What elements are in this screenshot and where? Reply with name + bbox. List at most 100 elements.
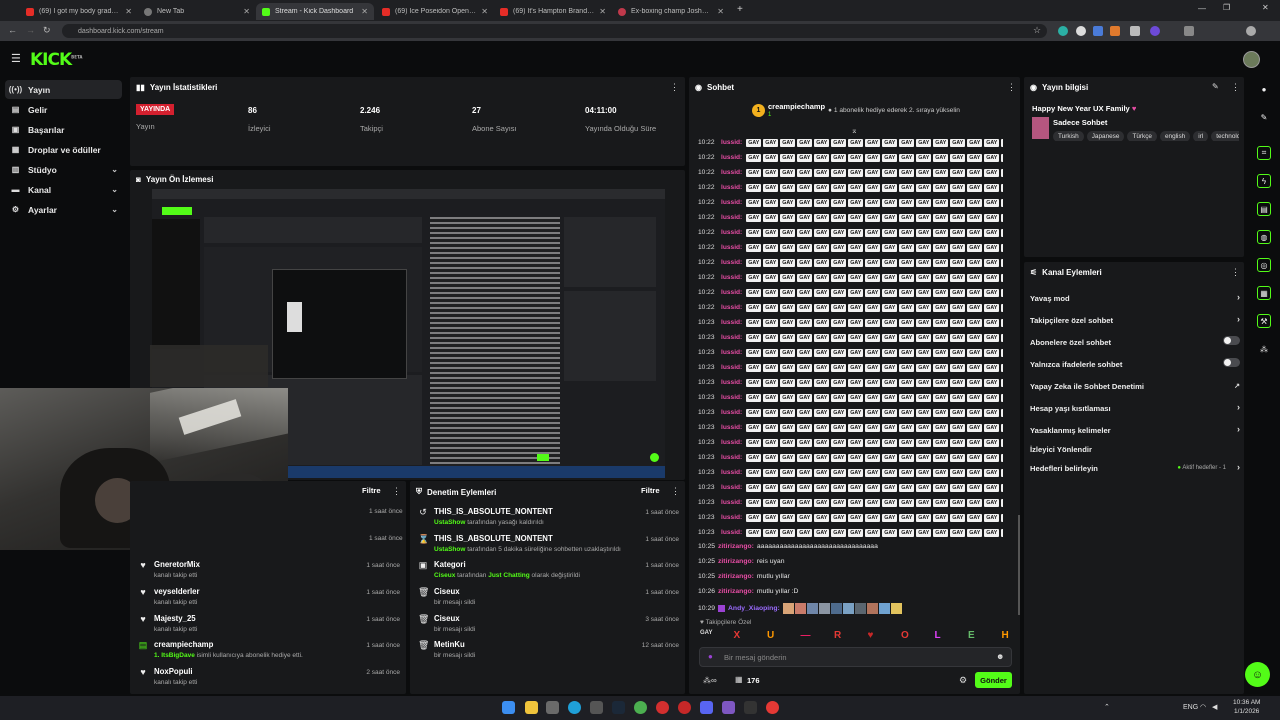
mod-target[interactable]: THIS_IS_ABSOLUTE_NONTENT [434, 534, 621, 543]
sidebar-item-kanal[interactable]: ▬ Kanal ⌄ [5, 180, 122, 199]
restore-icon[interactable]: ❐ [1223, 3, 1230, 12]
emote-button[interactable]: GAY [700, 630, 712, 636]
app-icon[interactable] [766, 701, 779, 714]
msg-user[interactable]: lussid: [721, 484, 742, 491]
msg-user[interactable]: lussid: [721, 214, 742, 221]
msg-user[interactable]: lussid: [721, 469, 742, 476]
msg-user[interactable]: lussid: [721, 304, 742, 311]
emote-only-toggle[interactable] [1223, 358, 1240, 367]
msg-user[interactable]: lussid: [721, 424, 742, 431]
sidebar-item-basarilar[interactable]: ▣ Başarılar [5, 120, 122, 139]
msg-user[interactable]: lussid: [721, 409, 742, 416]
sidebar-item-yayin[interactable]: ((•)) Yayın [5, 80, 122, 99]
sidebar-item-studyo[interactable]: ▥ Stüdyo ⌄ [5, 160, 122, 179]
send-button[interactable]: Gönder [975, 672, 1012, 688]
sidebar-item-droplar[interactable]: ▦ Droplar ve ödüller [5, 140, 122, 159]
sidebar-item-gelir[interactable]: ▤ Gelir [5, 100, 122, 119]
kick-logo[interactable]: KICKBETA [30, 50, 82, 70]
info-icon[interactable]: ● [1257, 82, 1271, 96]
edit-icon[interactable]: ✎ [1212, 82, 1219, 91]
subs-only-toggle[interactable] [1223, 336, 1240, 345]
msg-user[interactable]: lussid: [721, 139, 742, 146]
browser-tab[interactable]: (69) It's Hampton Brandon in N ✕ [494, 3, 612, 20]
clock-time[interactable]: 10:36 AM [1233, 699, 1260, 706]
tag[interactable]: english [1159, 131, 1191, 141]
extension-icon[interactable] [1184, 26, 1194, 36]
activity-user[interactable]: GneretorMix [154, 560, 200, 569]
crop-icon[interactable]: ⌗ [1257, 146, 1271, 160]
mod-target[interactable]: THIS_IS_ABSOLUTE_NONTENT [434, 507, 553, 516]
sidebar-item-ayarlar[interactable]: ⚙ Ayarlar ⌄ [5, 200, 122, 219]
msg-user[interactable]: lussid: [721, 499, 742, 506]
msg-user[interactable]: lussid: [721, 154, 742, 161]
msg-user[interactable]: lussid: [721, 169, 742, 176]
mod-target[interactable]: MetinKu [434, 640, 475, 649]
expand-icon[interactable]: ⌅ [851, 126, 858, 135]
msg-user[interactable]: lussid: [721, 319, 742, 326]
activity-user[interactable]: NoxPopuli [154, 667, 197, 676]
mod-actor[interactable]: UstaShow [434, 546, 465, 553]
stream-category[interactable]: Sadece Sohbet [1053, 118, 1107, 127]
category-name[interactable]: Just Chatting [488, 572, 530, 579]
extension-icon[interactable] [1130, 26, 1140, 36]
extension-icon[interactable] [1093, 26, 1103, 36]
app-icon[interactable] [678, 701, 691, 714]
emote-button[interactable]: H [1002, 630, 1009, 641]
emote-button[interactable]: X [734, 630, 741, 641]
forward-icon[interactable]: → [26, 25, 35, 35]
minimize-icon[interactable]: — [1198, 4, 1206, 13]
channel-action-banned-words[interactable]: Yasaklanmış kelimeler › [1030, 424, 1240, 435]
steam-icon[interactable] [612, 701, 625, 714]
channel-action-account-age[interactable]: Hesap yaşı kısıtlaması › [1030, 402, 1240, 413]
mod-actor[interactable]: Ciseux [434, 572, 455, 579]
chat-input[interactable]: ● Bir mesaj gönderin ☻ [699, 647, 1012, 667]
start-icon[interactable] [502, 701, 515, 714]
volume-icon[interactable]: ◀ [1212, 703, 1217, 711]
more-options-icon[interactable]: ⋮ [1231, 82, 1240, 93]
filter-button[interactable]: Filtre [362, 486, 381, 495]
extension-icon[interactable] [1058, 26, 1068, 36]
extension-icon[interactable] [1150, 26, 1160, 36]
wifi-icon[interactable]: ◠ [1200, 703, 1206, 711]
more-options-icon[interactable]: ⋮ [1007, 82, 1016, 93]
more-options-icon[interactable]: ⋮ [1231, 267, 1240, 278]
msg-user[interactable]: lussid: [721, 334, 742, 341]
category-thumbnail[interactable] [1032, 117, 1049, 139]
close-icon[interactable]: ✕ [481, 7, 488, 16]
msg-user[interactable]: zitirizango: [718, 588, 754, 595]
browser-tab-active[interactable]: Stream - Kick Dashboard ✕ [256, 3, 374, 20]
activity-user[interactable]: Majesty_25 [154, 614, 197, 623]
edit-icon[interactable]: ✎ [1257, 110, 1271, 124]
broadcast-rail-icon[interactable]: ◎ [1257, 258, 1271, 272]
chat-bubble-icon[interactable]: ◍ [1257, 230, 1271, 244]
filter-button[interactable]: Filtre [641, 486, 660, 495]
discord-icon[interactable] [700, 701, 713, 714]
app-icon[interactable] [744, 701, 757, 714]
share-icon[interactable]: ⁂ [1257, 342, 1271, 356]
msg-user[interactable]: lussid: [721, 364, 742, 371]
browser-tab[interactable]: (69) Ice Poseidon Opens Up ca ✕ [376, 3, 494, 20]
extension-icon[interactable] [1110, 26, 1120, 36]
emoji-icon[interactable]: ☻ [996, 652, 1004, 661]
msg-user[interactable]: zitirizango: [718, 558, 754, 565]
more-options-icon[interactable]: ⋮ [671, 486, 680, 497]
activity-user[interactable]: creampiechamp [154, 640, 303, 649]
more-options-icon[interactable]: ⋮ [392, 486, 401, 497]
msg-user[interactable]: lussid: [721, 349, 742, 356]
emote-button[interactable]: ♥ [868, 630, 874, 641]
emote-button[interactable]: O [901, 630, 909, 641]
msg-user[interactable]: lussid: [721, 274, 742, 281]
tag[interactable]: irl [1193, 131, 1209, 141]
pinned-user[interactable]: creampiechamp [768, 102, 825, 111]
channel-action-ai-moderation[interactable]: Yapay Zeka ile Sohbet Denetimi ↗ [1030, 382, 1240, 391]
close-icon[interactable]: ✕ [361, 7, 368, 16]
msg-user[interactable]: lussid: [721, 514, 742, 521]
msg-user[interactable]: lussid: [721, 199, 742, 206]
wrench-icon[interactable]: ⚒ [1257, 314, 1271, 328]
msg-user[interactable]: zitirizango: [718, 573, 754, 580]
channel-action-goals[interactable]: Hedefleri belirleyin ● Aktif hedefler - 1… [1030, 462, 1240, 473]
chrome-icon[interactable] [634, 701, 647, 714]
msg-user[interactable]: lussid: [721, 379, 742, 386]
chevron-up-icon[interactable]: ⌃ [1104, 703, 1110, 711]
channel-action-raid[interactable]: İzleyici Yönlendir [1030, 445, 1240, 454]
